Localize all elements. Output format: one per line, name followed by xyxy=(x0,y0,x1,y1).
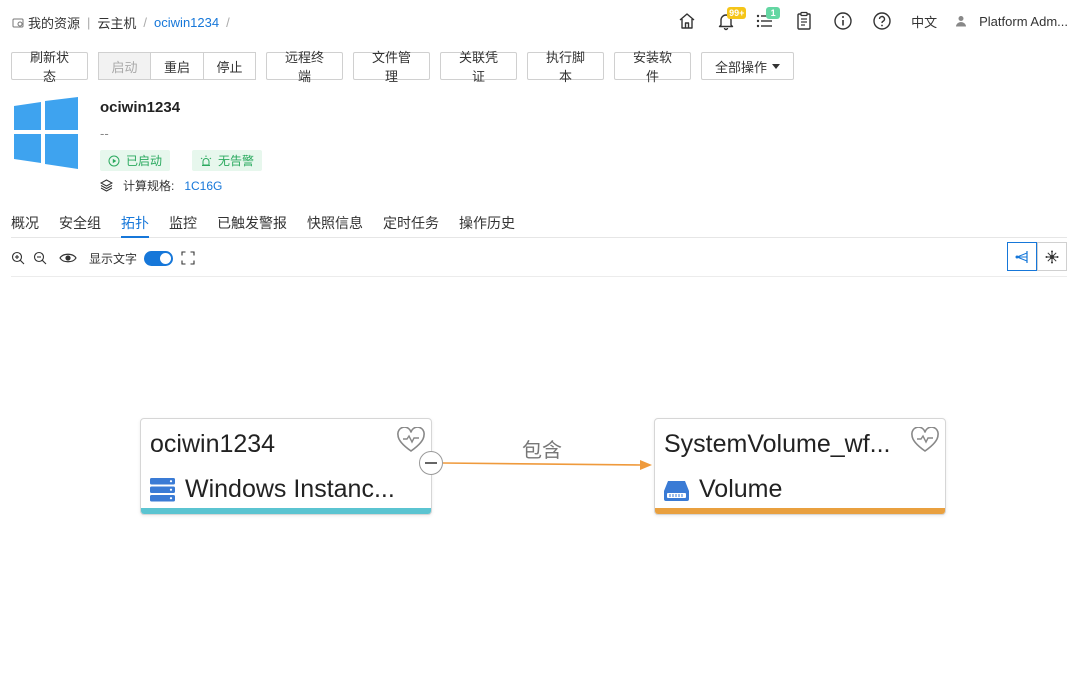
tab-triggered-alarms[interactable]: 已触发警报 xyxy=(217,213,287,238)
user-name: Platform Adm... xyxy=(979,13,1068,29)
toggle-knob xyxy=(160,252,172,264)
tree-layout-button[interactable] xyxy=(1007,242,1037,271)
header-actions: 99+ 1 中文 Platform Adm... xyxy=(659,7,1068,34)
clipboard-icon xyxy=(797,11,811,30)
action-toolbar: 刷新状态 启动 重启 停止 远程终端 文件管理 关联凭证 执行脚本 安装软件 全… xyxy=(11,50,804,84)
play-circle-icon xyxy=(108,155,120,166)
zoom-in-icon[interactable] xyxy=(11,251,25,265)
resource-icon xyxy=(12,18,24,27)
edge-arrowhead xyxy=(640,460,652,470)
help-icon xyxy=(873,12,891,30)
alarm-badge: 无告警 xyxy=(192,150,263,171)
disk-icon xyxy=(664,480,689,501)
refresh-status-button[interactable]: 刷新状态 xyxy=(11,50,88,84)
breadcrumb-current[interactable]: ociwin1234 xyxy=(154,15,219,30)
language-switch[interactable]: 中文 xyxy=(911,12,937,31)
eye-icon[interactable] xyxy=(59,251,77,265)
edge-label: 包含 xyxy=(522,440,562,462)
tab-security-group[interactable]: 安全组 xyxy=(59,213,101,238)
topology-controls: 显示文字 xyxy=(11,247,203,269)
install-software-button[interactable]: 安装软件 xyxy=(614,50,691,84)
health-heart-icon[interactable] xyxy=(397,427,425,453)
node-title: ociwin1234 xyxy=(150,430,276,458)
windows-logo-icon xyxy=(14,97,78,169)
file-manager-button[interactable]: 文件管理 xyxy=(353,50,430,84)
layout-switcher xyxy=(1007,242,1067,271)
node-status-bar xyxy=(141,508,431,514)
node-type: Windows Instanc... xyxy=(150,475,395,504)
user-menu[interactable]: Platform Adm... xyxy=(955,14,1068,29)
force-layout-icon xyxy=(1045,250,1059,263)
layers-icon xyxy=(100,179,113,192)
force-layout-button[interactable] xyxy=(1037,242,1067,271)
instance-description: -- xyxy=(100,126,109,141)
home-icon xyxy=(679,13,695,29)
status-text: 已启动 xyxy=(126,154,163,168)
all-actions-dropdown[interactable]: 全部操作 xyxy=(701,52,794,80)
node-type: Volume xyxy=(664,475,782,504)
notification-badge: 99+ xyxy=(727,7,747,19)
tab-monitoring[interactable]: 监控 xyxy=(169,213,197,238)
tab-topology[interactable]: 拓扑 xyxy=(121,213,149,238)
zoom-out-icon[interactable] xyxy=(33,251,47,265)
divider xyxy=(11,276,1067,277)
breadcrumb-separator: / xyxy=(143,15,148,30)
instance-name: ociwin1234 xyxy=(100,99,181,116)
breadcrumb-root[interactable]: 我的资源 xyxy=(28,13,80,32)
tab-scheduled-tasks[interactable]: 定时任务 xyxy=(383,213,439,238)
alarm-text: 无告警 xyxy=(218,154,255,168)
health-heart-icon[interactable] xyxy=(911,427,939,453)
tree-layout-icon xyxy=(1015,250,1028,263)
caret-down-icon xyxy=(772,63,780,69)
info-button[interactable] xyxy=(832,10,854,32)
breadcrumb-separator: | xyxy=(87,15,91,30)
breadcrumb-section[interactable]: 云主机 xyxy=(97,13,136,32)
home-button[interactable] xyxy=(676,10,698,32)
compute-spec-label: 计算规格: xyxy=(123,179,175,193)
detail-tabs: 概况 安全组 拓扑 监控 已触发警报 快照信息 定时任务 操作历史 xyxy=(11,213,1067,238)
tab-snapshots[interactable]: 快照信息 xyxy=(307,213,363,238)
remote-terminal-button[interactable]: 远程终端 xyxy=(266,50,343,84)
help-button[interactable] xyxy=(871,10,893,32)
status-badge: 已启动 xyxy=(100,150,171,171)
credential-button[interactable]: 关联凭证 xyxy=(440,50,517,84)
power-button-group: 启动 重启 停止 xyxy=(98,52,256,80)
server-icon xyxy=(150,477,175,501)
info-icon xyxy=(834,12,852,30)
tab-overview[interactable]: 概况 xyxy=(11,213,39,238)
topology-node-instance[interactable]: ociwin1234 Windows Instanc... xyxy=(140,418,432,515)
stop-button[interactable]: 停止 xyxy=(204,52,256,80)
restart-button[interactable]: 重启 xyxy=(151,52,204,80)
collapse-node-button[interactable] xyxy=(419,451,443,475)
breadcrumb: 我的资源 | 云主机 / ociwin1234 / xyxy=(12,13,237,32)
document-button[interactable] xyxy=(793,10,815,32)
node-status-bar xyxy=(655,508,945,514)
minus-icon xyxy=(425,462,437,464)
compute-spec-value[interactable]: 1C16G xyxy=(184,179,222,193)
node-title: SystemVolume_wf... xyxy=(664,430,891,458)
task-badge: 1 xyxy=(766,7,781,19)
compute-spec: 计算规格: 1C16G xyxy=(100,177,222,194)
task-list-button[interactable]: 1 xyxy=(754,7,781,32)
node-type-label: Windows Instanc... xyxy=(185,475,395,503)
user-icon xyxy=(956,16,967,27)
edge-line xyxy=(442,462,643,466)
all-actions-label: 全部操作 xyxy=(714,59,767,75)
topology-node-volume[interactable]: SystemVolume_wf... Volume xyxy=(654,418,946,515)
node-type-label: Volume xyxy=(699,475,783,503)
alarm-icon xyxy=(200,155,212,166)
show-text-toggle[interactable] xyxy=(144,250,174,266)
breadcrumb-separator: / xyxy=(226,15,230,30)
show-text-label: 显示文字 xyxy=(89,251,138,266)
tab-operation-history[interactable]: 操作历史 xyxy=(459,213,515,238)
run-script-button[interactable]: 执行脚本 xyxy=(527,50,604,84)
start-button[interactable]: 启动 xyxy=(98,52,151,80)
notification-button[interactable]: 99+ xyxy=(715,7,747,32)
header: 我的资源 | 云主机 / ociwin1234 / 99+ 1 中文 Platf… xyxy=(0,0,1080,42)
fullscreen-icon[interactable] xyxy=(181,251,195,265)
